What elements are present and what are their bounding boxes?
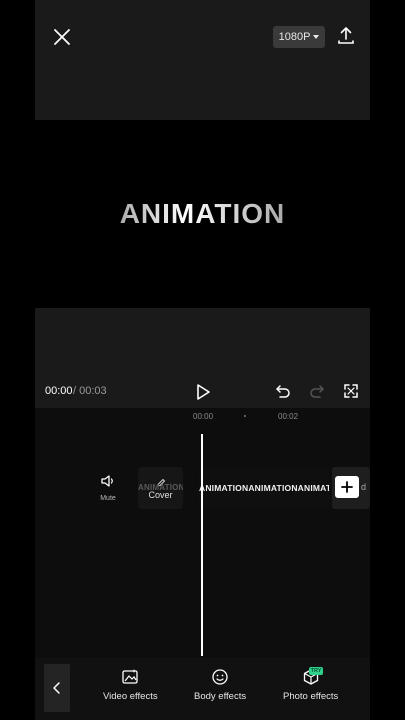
tool-video-effects[interactable]: Video effects	[103, 668, 158, 702]
export-icon[interactable]	[336, 25, 356, 47]
close-icon[interactable]	[51, 26, 73, 48]
preview-overlay-text: ANIMATION	[35, 198, 370, 230]
play-icon[interactable]	[195, 383, 211, 401]
tool-label: Video effects	[103, 691, 158, 702]
cover-button[interactable]: ANIMATION Cover	[138, 467, 183, 509]
top-bar: 1080P	[35, 0, 370, 120]
clip-thumbnail-text: ANIMATIONANIMATIONANIMATION	[199, 483, 329, 493]
total-time: / 00:03	[73, 385, 107, 397]
video-clip-track[interactable]: ANIMATIONANIMATIONANIMATION	[199, 467, 329, 509]
bottom-toolbar: Video effects Body effects TRY Photo eff…	[35, 658, 370, 720]
video-preview[interactable]: ANIMATION	[35, 120, 370, 308]
resolution-button[interactable]: 1080P	[273, 26, 325, 48]
current-time: 00:00	[45, 385, 73, 397]
back-button[interactable]	[44, 664, 70, 712]
chevron-down-icon	[313, 35, 320, 39]
add-clip-tail-text: d	[361, 482, 367, 492]
speaker-icon	[101, 475, 113, 487]
try-badge: TRY	[309, 667, 323, 675]
tool-body-effects[interactable]: Body effects	[194, 668, 246, 702]
redo-icon[interactable]	[309, 383, 325, 399]
resolution-label: 1080P	[278, 31, 311, 43]
mute-button[interactable]: Mute	[95, 474, 121, 502]
undo-icon[interactable]	[275, 383, 291, 399]
ruler-mark-2s: 00:02	[278, 412, 299, 421]
tool-label: Photo effects	[283, 691, 339, 702]
fullscreen-icon[interactable]	[343, 383, 359, 399]
tool-photo-effects[interactable]: TRY Photo effects	[283, 667, 339, 702]
add-clip-button[interactable]: d	[332, 467, 370, 509]
mute-label: Mute	[100, 495, 116, 502]
cover-label: Cover	[148, 490, 173, 500]
plus-icon	[335, 476, 359, 498]
ruler-mark-start: 00:00	[193, 412, 214, 421]
playhead[interactable]	[201, 434, 203, 656]
video-effects-icon	[122, 669, 138, 684]
editor-app: 1080P ANIMATION 00:00 / 00:03 00:00 00:0…	[35, 0, 370, 720]
tool-label: Body effects	[194, 691, 247, 702]
body-effects-icon	[212, 669, 228, 685]
chevron-left-icon	[53, 682, 60, 694]
ruler-dot	[244, 415, 246, 417]
